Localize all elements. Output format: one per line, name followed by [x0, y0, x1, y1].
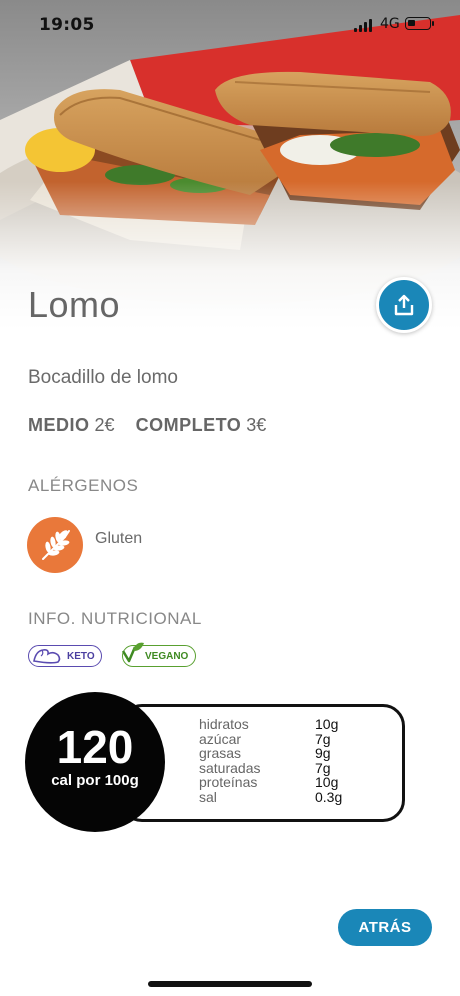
- allergen-label-gluten: Gluten: [95, 530, 143, 547]
- calories-unit: cal por 100g: [51, 772, 139, 789]
- battery-icon: [405, 17, 434, 30]
- vegan-label: VEGANO: [145, 650, 189, 662]
- allergen-badge: [27, 517, 83, 573]
- vegan-badge: VEGANO: [121, 642, 196, 667]
- network-label: 4G: [380, 16, 400, 32]
- nutrition-heading: INFO. NUTRICIONAL: [28, 609, 202, 628]
- product-subtitle: Bocadillo de lomo: [28, 367, 178, 388]
- nutrient-name: sal: [199, 788, 217, 805]
- share-icon: [394, 294, 414, 316]
- keto-badge: KETO: [28, 645, 102, 667]
- nutrition-table: hidratos 10g azúcar 7g grasas 9g saturad…: [199, 717, 342, 804]
- nutrition-row: hidratos 10g: [199, 717, 342, 732]
- status-time: 19:05: [39, 15, 95, 35]
- price-label-full: COMPLETO: [135, 415, 242, 435]
- status-bar: 19:05 4G: [0, 0, 460, 50]
- nutrition-row: grasas 9g: [199, 746, 342, 761]
- nutrient-value: 0.3g: [315, 788, 343, 805]
- nutrient-name: hidratos: [199, 716, 249, 732]
- nutrient-value: 9g: [315, 745, 331, 761]
- nutrient-name: proteínas: [199, 774, 258, 790]
- nutrient-name: saturadas: [199, 759, 261, 776]
- price-label-half: MEDIO: [28, 415, 90, 435]
- nutrition-row: sal 0.3g: [199, 788, 343, 805]
- nutrient-name: azúcar: [199, 730, 242, 747]
- price-amount-full: 3€: [246, 415, 267, 435]
- nutrient-value: 7g: [315, 759, 331, 776]
- nutrition-row: saturadas 7g: [199, 759, 342, 776]
- wheat-icon: [42, 530, 70, 560]
- nutrition-row: proteínas 10g: [199, 775, 342, 790]
- calories-value: 120: [56, 721, 134, 773]
- back-button[interactable]: ATRÁS: [338, 909, 432, 946]
- nutrient-value: 7g: [315, 730, 331, 747]
- nutrition-row: azúcar 7g: [199, 730, 342, 747]
- signal-icon: [354, 19, 376, 32]
- allergens-heading: ALÉRGENOS: [28, 476, 139, 495]
- keto-label: KETO: [67, 650, 95, 662]
- product-title: Lomo: [28, 284, 121, 325]
- muscle-icon: [33, 649, 61, 664]
- share-button[interactable]: [376, 277, 432, 333]
- nutrient-value: 10g: [315, 774, 339, 790]
- calories-circle: 120 cal por 100g: [25, 692, 165, 832]
- nutrient-value: 10g: [315, 716, 339, 732]
- price-amount-half: 2€: [94, 415, 115, 435]
- nutrient-name: grasas: [199, 745, 242, 761]
- home-indicator[interactable]: [148, 981, 312, 987]
- leaf-check-icon: [121, 642, 144, 663]
- price-list: MEDIO 2€ COMPLETO 3€: [28, 415, 282, 436]
